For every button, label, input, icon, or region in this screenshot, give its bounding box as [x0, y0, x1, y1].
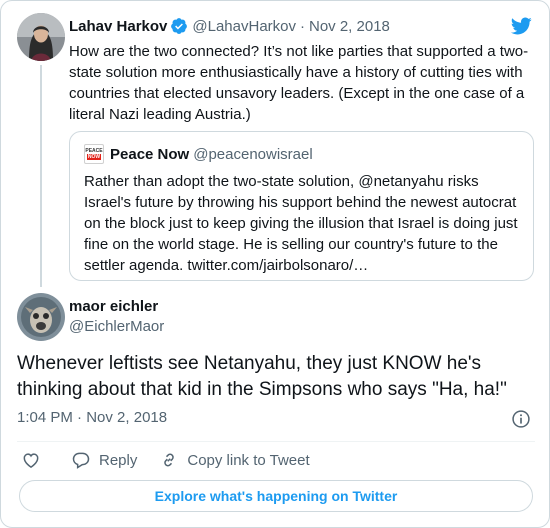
tweet-embed-card: Lahav Harkov @LahavHarkov · Nov 2, 2018 …: [0, 0, 550, 528]
action-bar: Reply Copy link to Tweet: [21, 450, 332, 470]
main-author-avatar[interactable]: [17, 293, 65, 341]
parent-author-name[interactable]: Lahav Harkov: [69, 18, 167, 35]
main-tweet-header: maor eichler @EichlerMaor: [69, 297, 164, 337]
tweet-time[interactable]: 1:04 PM: [17, 409, 73, 426]
divider: [17, 441, 535, 442]
peace-now-logo: PEACE NOW: [84, 144, 104, 164]
parent-author-handle[interactable]: @LahavHarkov: [192, 18, 296, 35]
main-author-name[interactable]: maor eichler: [69, 297, 164, 317]
thread-connector-line: [40, 65, 42, 287]
parent-tweet-text: How are the two connected? It’s not like…: [69, 43, 529, 123]
reply-label: Reply: [99, 451, 138, 469]
quoted-tweet[interactable]: PEACE NOW Peace Now @peacenowisrael Rath…: [69, 131, 534, 281]
main-author-handle[interactable]: @EichlerMaor: [69, 317, 164, 337]
info-icon[interactable]: [511, 409, 531, 429]
logo-bottom-text: NOW: [86, 154, 102, 160]
copy-link-button[interactable]: Copy link to Tweet: [159, 450, 310, 470]
heart-icon: [23, 453, 39, 468]
copy-link-icon: [164, 453, 175, 467]
explore-button[interactable]: Explore what's happening on Twitter: [19, 480, 533, 512]
separator-dot: ·: [77, 409, 83, 426]
quoted-tweet-header: PEACE NOW Peace Now @peacenowisrael: [84, 144, 313, 164]
like-button[interactable]: [21, 450, 49, 470]
verified-badge-icon: [171, 18, 188, 34]
parent-tweet-date[interactable]: Nov 2, 2018: [309, 18, 390, 35]
tweet-date[interactable]: Nov 2, 2018: [86, 409, 167, 426]
quoted-tweet-text: Rather than adopt the two-state solution…: [84, 173, 518, 274]
parent-author-avatar[interactable]: [17, 13, 65, 61]
twitter-bird-icon[interactable]: [509, 15, 533, 37]
separator-dot: ·: [300, 17, 305, 35]
quoted-author-name[interactable]: Peace Now: [110, 146, 189, 163]
parent-tweet-header: Lahav Harkov @LahavHarkov · Nov 2, 2018: [69, 16, 390, 36]
main-tweet-timestamp[interactable]: 1:04 PM · Nov 2, 2018: [17, 409, 167, 426]
copy-link-label: Copy link to Tweet: [187, 451, 310, 469]
quoted-author-handle[interactable]: @peacenowisrael: [193, 146, 312, 163]
reply-button[interactable]: Reply: [71, 450, 137, 470]
main-tweet-text: Whenever leftists see Netanyahu, they ju…: [17, 353, 507, 400]
reply-icon: [72, 452, 90, 469]
